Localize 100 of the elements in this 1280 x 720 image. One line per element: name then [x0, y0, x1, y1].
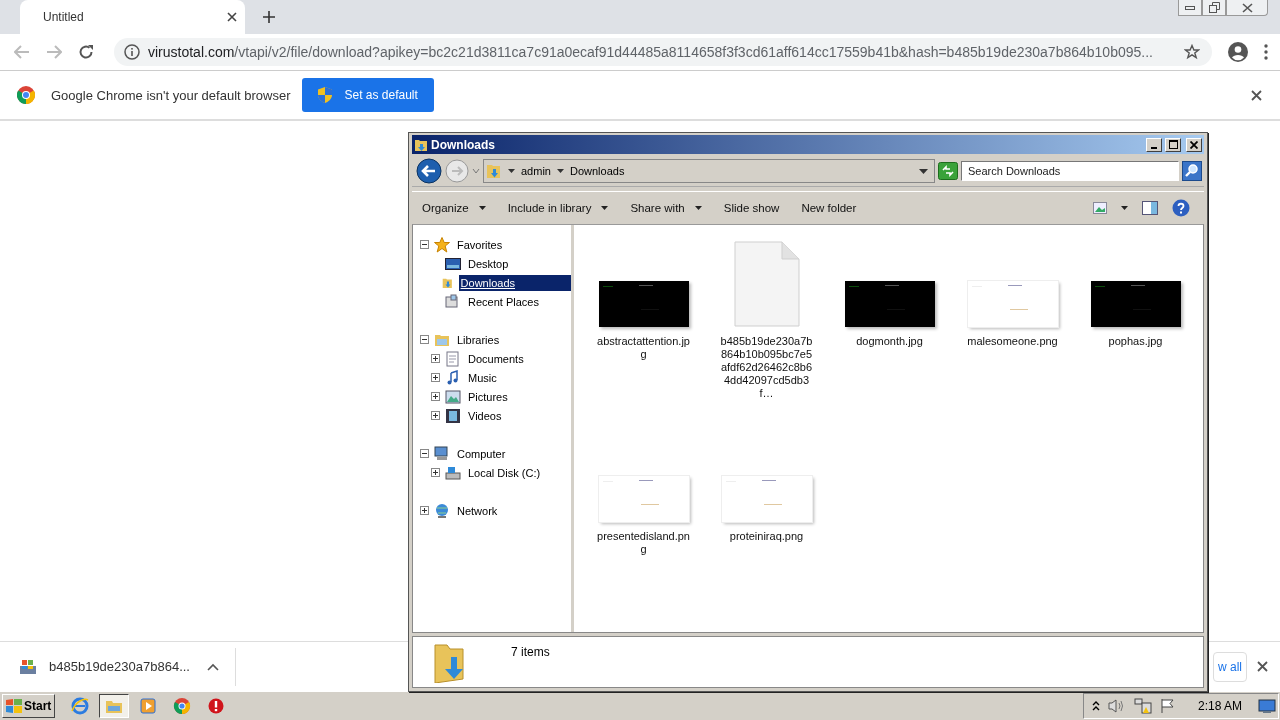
search-icon[interactable] — [1182, 161, 1202, 181]
tree-label: Desktop — [467, 256, 510, 272]
tree-item[interactable]: Recent Places — [413, 292, 571, 311]
expand-toggle[interactable] — [431, 373, 440, 382]
toolbar-button[interactable]: Include in library — [503, 196, 613, 220]
file-item[interactable]: presentedisland.png — [582, 432, 705, 627]
tree-label: Pictures — [467, 389, 509, 405]
clock[interactable]: 2:18 AM — [1197, 699, 1242, 713]
expand-toggle[interactable] — [420, 449, 429, 458]
reload-icon[interactable] — [78, 44, 94, 60]
videos-icon — [445, 407, 461, 424]
search-field[interactable]: Search Downloads — [961, 161, 1179, 181]
caret-icon[interactable] — [919, 168, 928, 174]
globe-e-icon — [71, 697, 90, 715]
caret-icon[interactable] — [556, 169, 564, 173]
tree-label: Local Disk (C:) — [467, 465, 542, 481]
documents-icon — [445, 350, 461, 367]
tree-item[interactable]: Pictures — [413, 387, 571, 406]
tree-item[interactable]: Favorites — [413, 235, 571, 254]
tree-item[interactable]: Videos — [413, 406, 571, 425]
tree-item[interactable]: Documents — [413, 349, 571, 368]
file-item[interactable]: proteiniraq.png — [705, 432, 828, 627]
view-icon[interactable] — [1093, 202, 1107, 214]
toolbar-button[interactable]: Organize — [418, 196, 490, 220]
expand-toggle[interactable] — [420, 240, 429, 249]
disk-icon — [445, 464, 461, 481]
file-item[interactable]: dogmonth.jpg — [828, 237, 951, 432]
tree-item[interactable]: Local Disk (C:) — [413, 463, 571, 482]
minimize-icon — [1151, 146, 1157, 149]
star-icon[interactable] — [1184, 44, 1200, 60]
desktop-icon — [445, 255, 461, 272]
chevron-up-icon[interactable] — [1091, 701, 1100, 711]
tree-item[interactable]: Computer — [413, 444, 571, 463]
download-item[interactable]: b485b19de230a7b864... — [0, 647, 236, 686]
file-name: malesomeone.png — [966, 335, 1059, 348]
browser-tab[interactable]: Untitled — [20, 0, 245, 34]
maximize-button[interactable] — [1165, 137, 1181, 152]
caret-icon — [601, 206, 609, 210]
expand-toggle[interactable] — [431, 411, 440, 420]
restore-button[interactable] — [1202, 0, 1226, 16]
show-all-button[interactable]: w all — [1213, 651, 1247, 682]
folder-icon — [105, 698, 124, 714]
file-name: pophas.jpg — [1107, 335, 1164, 348]
tree-item[interactable]: Desktop — [413, 254, 571, 273]
tree-item[interactable]: Network — [413, 501, 571, 520]
flag-icon[interactable] — [1159, 698, 1176, 714]
document-icon — [733, 241, 800, 327]
file-name: presentedisland.png — [596, 530, 691, 556]
refresh-icon[interactable] — [938, 162, 958, 180]
tree-item[interactable]: Downloads — [413, 273, 571, 292]
url-text: virustotal.com/vtapi/v2/file/download?apikey=bc2c21d3811ca7c91a0ecaf91d44485a8114658f3f3cd61aff614cc17559b41b&hash=b485b19de230a7b864b10b095... — [148, 44, 1154, 60]
explorer-taskbar-button[interactable] — [99, 694, 130, 718]
back-icon[interactable] — [416, 158, 442, 184]
expand-toggle[interactable] — [431, 468, 440, 477]
info-icon[interactable] — [124, 44, 140, 60]
close-icon[interactable] — [1251, 89, 1262, 101]
expand-toggle[interactable] — [420, 506, 429, 515]
caret-icon[interactable] — [1121, 206, 1128, 210]
address-bar[interactable]: virustotal.com/vtapi/v2/file/download?apikey=bc2c21d3811ca7c91a0ecaf91d44485a8114658f3f3cd61aff614cc17559b41b&hash=b485b19de230a7b864b10b095... — [114, 38, 1212, 66]
minimize-icon — [1185, 5, 1195, 10]
file-item[interactable]: abstractattention.jpg — [582, 237, 705, 432]
caret-icon[interactable] — [508, 169, 515, 173]
menu-icon[interactable] — [1264, 44, 1268, 60]
set-default-button[interactable]: Set as default — [302, 78, 434, 112]
address-field[interactable]: admin Downloads — [483, 159, 935, 183]
chrome-logo-icon — [173, 697, 192, 715]
alert-icon — [208, 698, 225, 714]
recent-icon — [445, 293, 461, 310]
file-item[interactable]: b485b19de230a7b864b10b095bc7e5afdf62d26462c8b64dd42097cd5db3f… — [705, 237, 828, 432]
minimize-button[interactable] — [1178, 0, 1202, 16]
speaker-icon[interactable] — [1107, 698, 1126, 714]
tree-label: Downloads — [458, 274, 571, 291]
close-icon — [1241, 2, 1253, 13]
toolbar-button[interactable]: Share with — [626, 196, 706, 220]
preview-pane-icon[interactable] — [1142, 201, 1158, 215]
expand-toggle[interactable] — [431, 392, 440, 401]
network-icon[interactable] — [1133, 698, 1152, 714]
toolbar-button[interactable]: Slide show — [719, 196, 784, 220]
close-icon[interactable] — [1257, 661, 1268, 672]
network-icon — [434, 502, 450, 519]
tree-item[interactable]: Libraries — [413, 330, 571, 349]
file-name: proteiniraq.png — [728, 530, 805, 543]
expand-toggle[interactable] — [431, 354, 440, 363]
file-item[interactable]: malesomeone.png — [951, 237, 1074, 432]
tree-item[interactable]: Music — [413, 368, 571, 387]
new-tab-icon[interactable] — [263, 11, 275, 23]
account-icon[interactable] — [1228, 42, 1248, 62]
breadcrumb-item[interactable]: Downloads — [569, 165, 625, 177]
show-desktop-icon[interactable] — [1258, 698, 1276, 714]
toolbar-button[interactable]: New folder — [797, 196, 861, 220]
chevron-up-icon[interactable] — [207, 662, 219, 671]
start-button[interactable]: Start — [2, 694, 56, 718]
tree-label: Computer — [456, 446, 507, 462]
expand-toggle[interactable] — [420, 335, 429, 344]
help-icon[interactable] — [1172, 199, 1190, 217]
breadcrumb-item[interactable]: admin — [521, 165, 551, 177]
close-icon[interactable] — [227, 12, 237, 22]
file-item[interactable]: pophas.jpg — [1074, 237, 1197, 432]
caret-icon — [478, 206, 486, 210]
tree-label: Favorites — [456, 237, 504, 253]
